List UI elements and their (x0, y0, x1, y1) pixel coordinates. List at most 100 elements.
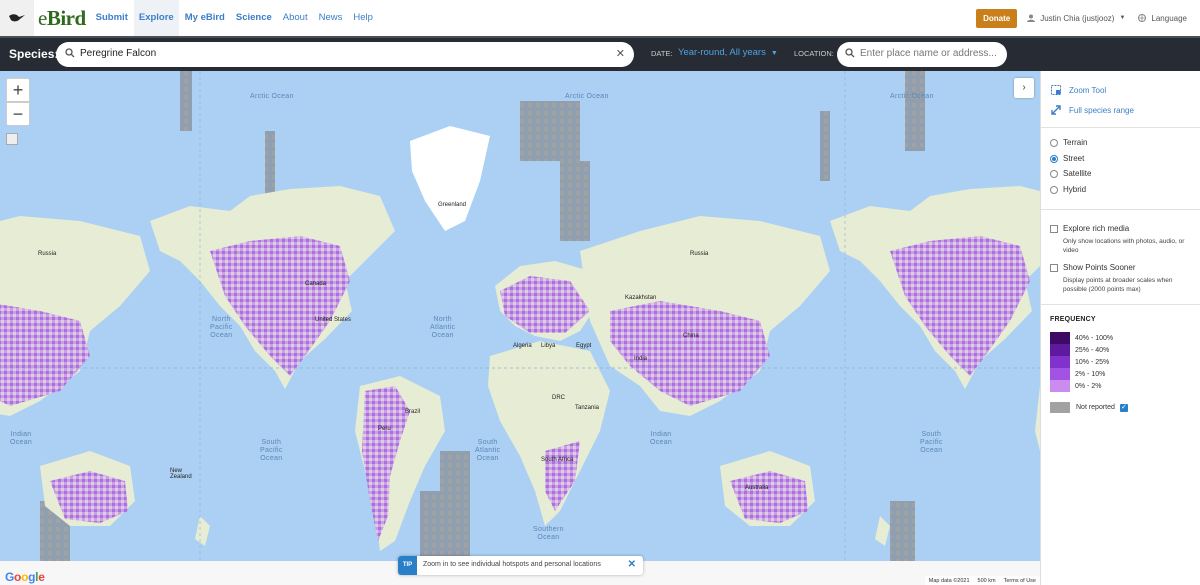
language-menu[interactable]: Language (1138, 14, 1187, 23)
collapse-panel-button[interactable]: › (1014, 78, 1034, 98)
legend-label: 10% - 25% (1075, 358, 1110, 366)
not-reported-swatch (1050, 402, 1070, 413)
map-label-south-atlantic: South Atlantic Ocean (475, 439, 501, 462)
species-label: Species: (9, 47, 59, 61)
map-label-greenland: Greenland (438, 202, 467, 208)
map-type-label: Hybrid (1063, 185, 1087, 194)
map-label-russia: Russia (690, 251, 709, 257)
scale-text: 500 km (977, 577, 996, 584)
globe-icon (1138, 14, 1147, 22)
points-sooner-toggle[interactable]: Show Points Sooner (1050, 263, 1136, 272)
map-type-hybrid[interactable]: Hybrid (1050, 185, 1086, 194)
map-label-indian-ocean: Indian Ocean (650, 431, 673, 446)
legend-swatch (1050, 380, 1070, 392)
legend-row: 25% - 40% (1050, 344, 1109, 356)
map-type-satellite[interactable]: Satellite (1050, 169, 1091, 178)
map-label-egypt: Egypt (576, 343, 592, 349)
zoom-in-button[interactable]: + (6, 78, 30, 102)
zoom-tool-label: Zoom Tool (1069, 85, 1107, 95)
location-placeholder: Enter place name or address... (860, 48, 997, 59)
tip-banner: TIP Zoom in to see individual hotspots a… (398, 556, 643, 575)
map-label-arctic-ocean: Arctic Ocean (250, 93, 294, 100)
map-type-terrain[interactable]: Terrain (1050, 138, 1087, 147)
nav-science[interactable]: Science (236, 0, 272, 36)
map-type-street[interactable]: Street (1050, 154, 1084, 163)
divider (1041, 304, 1200, 305)
search-icon (65, 48, 75, 58)
map-label-north-pacific: North Pacific Ocean (210, 316, 233, 339)
not-reported-row: Not reported ✓ (1050, 402, 1128, 413)
checkbox[interactable] (1050, 263, 1058, 272)
user-icon (1027, 14, 1036, 22)
nav-help[interactable]: Help (353, 0, 373, 36)
radio-selected[interactable] (1050, 154, 1058, 163)
legend-swatch (1050, 332, 1070, 344)
zoom-out-button[interactable]: − (6, 102, 30, 126)
legend-label: 40% - 100% (1075, 334, 1114, 342)
map-label-arctic-ocean-3: Arctic Ocean (890, 93, 934, 100)
map-label-australia: Australia (745, 485, 769, 491)
bird-icon (9, 14, 25, 22)
nav-submit[interactable]: Submit (96, 0, 128, 36)
nav-explore[interactable]: Explore (133, 0, 179, 36)
map-label-peru: Peru (378, 426, 391, 432)
map-label-india: India (634, 356, 648, 362)
legend-row: 40% - 100% (1050, 332, 1113, 344)
map-canvas: .land { fill: #e7ecd4; } .freq { fill: u… (0, 71, 1040, 585)
legend-label: 2% - 10% (1075, 370, 1106, 378)
checkbox[interactable] (1050, 224, 1058, 233)
map-options-panel: Zoom Tool Full species range Terrain Str… (1040, 71, 1200, 585)
radio[interactable] (1050, 185, 1058, 194)
clear-icon[interactable]: ✕ (616, 47, 625, 60)
legend-row: 10% - 25% (1050, 356, 1109, 368)
map-label-united-states: United States (315, 317, 352, 323)
user-name: Justin Chia (justjooz) (1040, 13, 1115, 23)
tip-badge: TIP (398, 556, 417, 575)
radio[interactable] (1050, 138, 1058, 147)
map-data-text: Map data ©2021 (928, 577, 970, 584)
terms-link[interactable]: Terms of Use (1004, 578, 1036, 584)
legend-row: 0% - 2% (1050, 380, 1101, 392)
location-label: LOCATION: (794, 49, 834, 58)
map-label-china: China (683, 333, 699, 339)
map-type-label: Terrain (1063, 138, 1088, 147)
donate-button[interactable]: Donate (976, 8, 1018, 28)
magnifier-icon[interactable] (6, 133, 18, 145)
map-label-brazil: Brazil (405, 409, 421, 415)
legend-label: 25% - 40% (1075, 346, 1110, 354)
map-label-north-atlantic: North Atlantic Ocean (430, 316, 456, 339)
date-dropdown[interactable]: Year-round, All years ▼ (678, 47, 778, 58)
ebird-logo[interactable] (0, 0, 34, 36)
user-menu[interactable]: Justin Chia (justjooz) ▼ (1027, 14, 1125, 23)
legend-row: 2% - 10% (1050, 368, 1105, 380)
divider (1041, 209, 1200, 210)
brand-wordmark[interactable]: eBird (38, 6, 86, 31)
species-search-bar: Species: Peregrine Falcon ✕ DATE: Year-r… (0, 36, 1200, 71)
zoom-tool-link[interactable]: Zoom Tool (1051, 85, 1106, 95)
radio[interactable] (1050, 169, 1058, 178)
top-navigation: eBird Submit Explore My eBird Science Ab… (0, 0, 1200, 36)
nav-my-ebird[interactable]: My eBird (185, 0, 225, 36)
species-map[interactable]: .land { fill: #e7ecd4; } .freq { fill: u… (0, 71, 1040, 585)
species-input[interactable]: Peregrine Falcon ✕ (56, 42, 634, 67)
full-range-label: Full species range (1069, 105, 1134, 115)
map-label-indian-ocean-2: Indian Ocean (10, 431, 33, 446)
nav-news[interactable]: News (319, 0, 343, 36)
nav-about[interactable]: About (283, 0, 308, 36)
points-sooner-description: Display points at broader scales when po… (1063, 277, 1173, 293)
species-value: Peregrine Falcon (80, 48, 157, 59)
full-range-link[interactable]: Full species range (1051, 105, 1134, 115)
brand-prefix: e (38, 5, 47, 30)
map-label-russia-2: Russia (38, 251, 57, 257)
rich-media-toggle[interactable]: Explore rich media (1050, 224, 1129, 233)
not-reported-checkbox[interactable]: ✓ (1119, 403, 1128, 412)
map-label-south-pacific-2: South Pacific Ocean (920, 431, 943, 454)
frequency-title: FREQUENCY (1050, 316, 1096, 323)
map-label-arctic-ocean-2: Arctic Ocean (565, 93, 609, 100)
legend-swatch (1050, 368, 1070, 380)
map-label-south-africa: South Africa (541, 457, 574, 463)
map-label-canada: Canada (305, 281, 327, 287)
close-icon[interactable]: ✕ (628, 559, 636, 570)
map-label-new-zealand: New Zealand (170, 468, 192, 480)
location-input[interactable]: Enter place name or address... (837, 42, 1007, 67)
